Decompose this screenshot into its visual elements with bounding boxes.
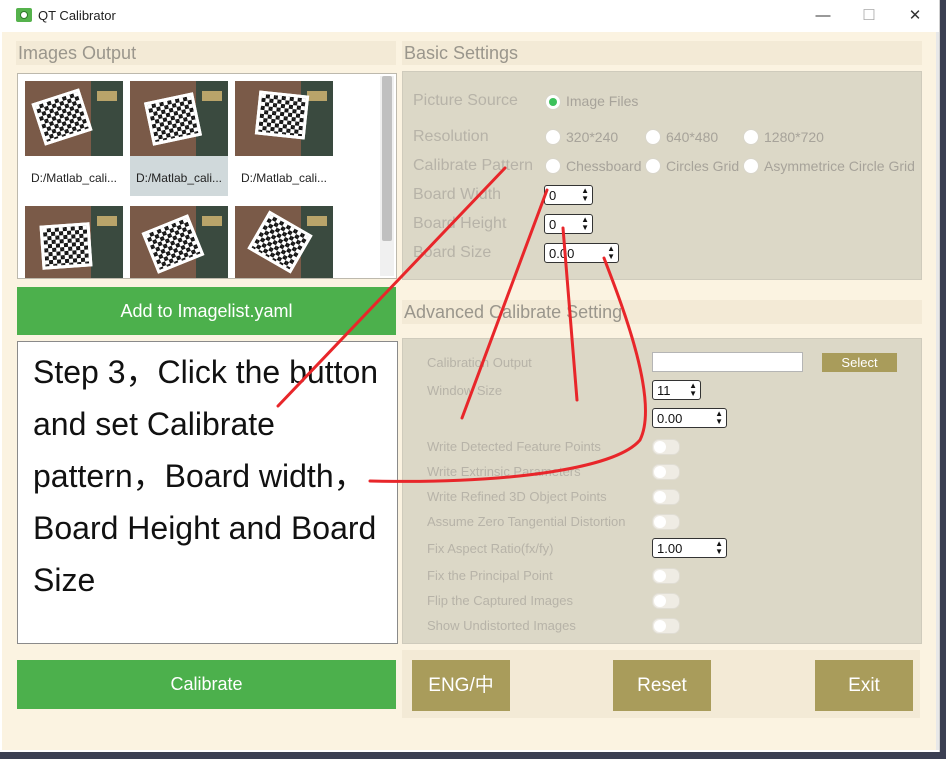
scrollbar-handle[interactable] — [382, 76, 392, 241]
fix-aspect-label: Fix Aspect Ratio(fx/fy) — [427, 541, 554, 556]
thumbnail-label: D:/Matlab_cali... — [240, 171, 328, 185]
minimize-button[interactable]: — — [800, 2, 846, 30]
app-camera-icon — [16, 8, 32, 22]
maximize-button[interactable]: ☐ — [846, 2, 892, 30]
calibration-output-input[interactable] — [652, 352, 803, 372]
thumbnail-item[interactable] — [235, 206, 333, 278]
board-height-spinbox[interactable]: 0 ▲ ▼ — [544, 214, 593, 234]
flip-images-label: Flip the Captured Images — [427, 593, 573, 608]
thumbnail-image — [235, 206, 333, 278]
window-size-spinbox[interactable]: 11 ▲ ▼ — [652, 380, 701, 400]
thumbnail-image — [25, 206, 123, 278]
aspect-ratio-value: 1.00 — [657, 541, 683, 556]
write-refined-points-label: Write Refined 3D Object Points — [427, 489, 607, 504]
zero-tangential-toggle[interactable] — [652, 514, 680, 530]
thumbnail-label: D:/Matlab_cali... — [135, 171, 223, 185]
thumbnail-item[interactable]: D:/Matlab_cali... — [25, 81, 123, 196]
picture-source-label: Picture Source — [413, 92, 518, 109]
image-thumbnail-list[interactable]: D:/Matlab_cali... D:/Matlab_cali... D:/M… — [17, 73, 397, 279]
image-files-label: Image Files — [566, 93, 639, 109]
board-height-value: 0 — [549, 217, 557, 232]
write-extrinsic-label: Write Extrinsic Parameters — [427, 464, 581, 479]
app-window: QT Calibrator — ☐ ✕ Images Output D:/Mat… — [0, 0, 940, 752]
resolution-320-radio[interactable] — [545, 129, 561, 145]
window-scrollbar-strip — [936, 32, 939, 750]
resolution-1280-radio[interactable] — [743, 129, 759, 145]
fix-principal-label: Fix the Principal Point — [427, 568, 553, 583]
resolution-1280-label: 1280*720 — [764, 129, 824, 145]
advanced-settings-header: Advanced Calibrate Setting — [402, 300, 922, 324]
calibration-output-label: Calibration Output — [427, 355, 532, 370]
spin-arrows-icon[interactable]: ▲ ▼ — [581, 187, 589, 203]
flip-images-toggle[interactable] — [652, 593, 680, 609]
thumbnail-image — [130, 206, 228, 278]
thumbnail-item[interactable] — [25, 206, 123, 278]
window-size-label: Window Size — [427, 383, 503, 398]
resolution-label: Resolution — [413, 128, 489, 145]
board-size-value: 0.00 — [549, 246, 575, 261]
board-size-spinbox[interactable]: 0.00 ▲ ▼ — [544, 243, 619, 263]
log-text-area[interactable]: Step 3，Click the button and set Calibrat… — [17, 341, 398, 644]
thumbnail-image — [235, 81, 333, 156]
basic-settings-header: Basic Settings — [402, 41, 922, 65]
board-width-label: Board Width — [413, 186, 502, 203]
param-value: 0.00 — [657, 411, 683, 426]
resolution-640-label: 640*480 — [666, 129, 719, 145]
board-width-value: 0 — [549, 188, 557, 203]
thumbnail-image — [130, 81, 228, 156]
asymmetric-circle-grid-radio[interactable] — [743, 158, 759, 174]
add-to-imagelist-button[interactable]: Add to Imagelist.yaml — [17, 287, 396, 335]
language-button[interactable]: ENG/中 — [412, 660, 510, 711]
image-files-radio[interactable] — [545, 94, 561, 110]
asymmetric-circle-grid-label: Asymmetrice Circle Grid — [764, 158, 915, 174]
step-instruction-text: Step 3，Click the button and set Calibrat… — [33, 354, 379, 598]
thumbnail-image — [25, 81, 123, 156]
thumbnail-item[interactable]: D:/Matlab_cali... — [130, 81, 228, 196]
spin-arrows-icon[interactable]: ▲ ▼ — [607, 245, 615, 261]
window-title: QT Calibrator — [38, 8, 116, 23]
show-undistorted-toggle[interactable] — [652, 618, 680, 634]
zero-tangential-label: Assume Zero Tangential Distortion — [427, 514, 626, 529]
board-height-label: Board Height — [413, 215, 507, 232]
calibrate-pattern-label: Calibrate Pattern — [413, 157, 534, 174]
resolution-320-label: 320*240 — [566, 129, 619, 145]
write-feature-points-toggle[interactable] — [652, 439, 680, 455]
circles-grid-radio[interactable] — [645, 158, 661, 174]
chessboard-label: Chessboard — [566, 158, 642, 174]
write-refined-points-toggle[interactable] — [652, 489, 680, 505]
thumbnail-scrollbar[interactable] — [380, 76, 394, 276]
exit-button[interactable]: Exit — [815, 660, 913, 711]
show-undistorted-label: Show Undistorted Images — [427, 618, 576, 633]
chessboard-radio[interactable] — [545, 158, 561, 174]
spin-arrows-icon[interactable]: ▲ ▼ — [689, 382, 697, 398]
reset-button[interactable]: Reset — [613, 660, 711, 711]
board-size-label: Board Size — [413, 244, 492, 261]
title-bar: QT Calibrator — ☐ ✕ — [0, 0, 939, 32]
images-output-header: Images Output — [16, 41, 396, 65]
aspect-ratio-spinbox[interactable]: 1.00 ▲ ▼ — [652, 538, 727, 558]
select-output-button[interactable]: Select — [822, 353, 897, 372]
resolution-640-radio[interactable] — [645, 129, 661, 145]
spin-arrows-icon[interactable]: ▲ ▼ — [581, 216, 589, 232]
write-feature-points-label: Write Detected Feature Points — [427, 439, 601, 454]
spin-arrows-icon[interactable]: ▲ ▼ — [715, 540, 723, 556]
thumbnail-item[interactable] — [130, 206, 228, 278]
circles-grid-label: Circles Grid — [666, 158, 740, 174]
window-size-value: 11 — [657, 383, 671, 398]
spin-arrows-icon[interactable]: ▲ ▼ — [715, 410, 723, 426]
calibrate-button[interactable]: Calibrate — [17, 660, 396, 709]
write-extrinsic-toggle[interactable] — [652, 464, 680, 480]
thumbnail-label: D:/Matlab_cali... — [30, 171, 118, 185]
thumbnail-item[interactable]: D:/Matlab_cali... — [235, 81, 333, 196]
fix-principal-toggle[interactable] — [652, 568, 680, 584]
close-button[interactable]: ✕ — [892, 2, 938, 30]
param-spinbox[interactable]: 0.00 ▲ ▼ — [652, 408, 727, 428]
board-width-spinbox[interactable]: 0 ▲ ▼ — [544, 185, 593, 205]
